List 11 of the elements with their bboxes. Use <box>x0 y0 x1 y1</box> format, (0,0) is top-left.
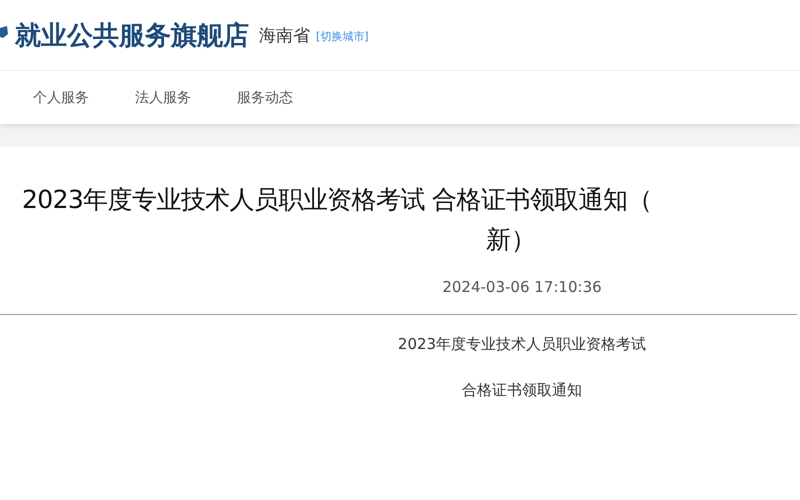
nav-link[interactable]: 服务动态 <box>237 88 293 106</box>
article-title: 新） <box>485 224 537 256</box>
article-title: 2023年度专业技术人员职业资格考试 合格证书领取通知（ <box>21 184 653 216</box>
nav-link[interactable]: 个人服务 <box>33 88 89 106</box>
body-text: 合格证书领取通知 <box>461 381 583 400</box>
logo-icon <box>0 26 8 40</box>
body-text: 2023年度专业技术人员职业资格考试 <box>396 335 648 354</box>
site-title: 就业公共服务旗舰店 <box>15 20 249 52</box>
province-label: 海南省 <box>259 24 310 46</box>
nav-link[interactable]: 法人服务 <box>135 88 191 106</box>
publish-date: 2024-03-06 17:10:36 <box>441 278 603 296</box>
